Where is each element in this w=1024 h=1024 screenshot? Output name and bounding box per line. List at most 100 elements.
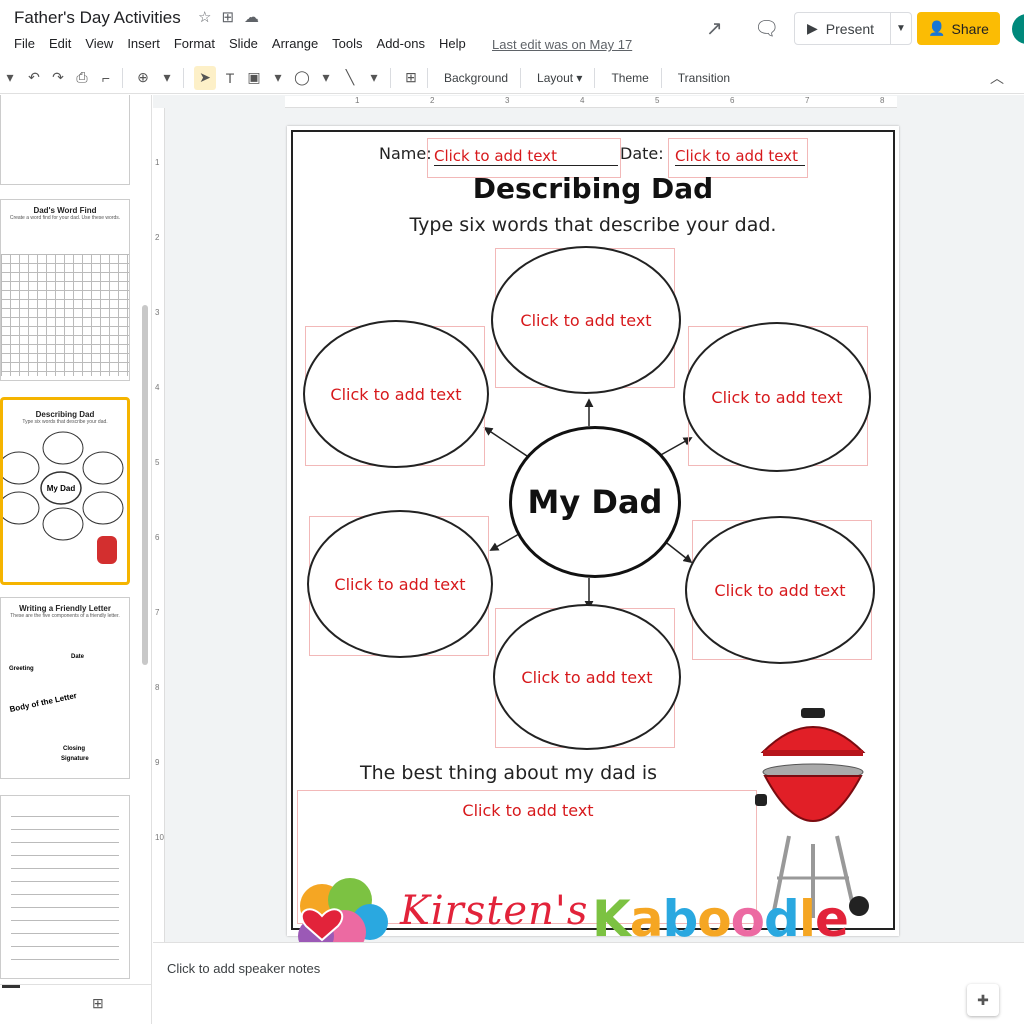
title-bar: Father's Day Activities ☆ ⊞ ☁ File Edit … xyxy=(0,0,1024,60)
slide-thumbnail-2[interactable]: Dad's Word Find Create a word find for y… xyxy=(0,199,130,381)
upper-right-word-bubble[interactable]: Click to add text xyxy=(683,322,871,472)
shape-caret-icon[interactable]: ▾ xyxy=(316,66,336,90)
ruler-tick-3: 3 xyxy=(505,96,510,105)
thumbnail-greeting-label: Greeting xyxy=(9,666,34,672)
undo-icon[interactable]: ↶ xyxy=(24,66,44,90)
filmstrip-view-icon[interactable] xyxy=(2,985,20,988)
select-cursor-icon[interactable]: ➤ xyxy=(194,65,216,90)
best-thing-label: The best thing about my dad is xyxy=(360,762,658,784)
speaker-notes-placeholder: Click to add speaker notes xyxy=(167,961,321,976)
slide-thumbnail-1[interactable] xyxy=(0,95,130,185)
present-dropdown-icon[interactable]: ▼ xyxy=(891,23,911,34)
ruler-v-tick-4: 4 xyxy=(155,383,160,392)
thumbnail-center-label: My Dad xyxy=(47,484,76,493)
ruler-v-tick-2: 2 xyxy=(155,233,160,242)
grid-view-icon[interactable]: ⊞ xyxy=(92,995,104,1012)
menu-file[interactable]: File xyxy=(14,36,35,51)
menu-bar: File Edit View Insert Format Slide Arran… xyxy=(14,36,480,51)
image-icon[interactable]: ▣ xyxy=(244,66,264,90)
logo-letter: d xyxy=(764,890,800,948)
ruler-tick-6: 6 xyxy=(730,96,735,105)
logo-letter: o xyxy=(697,890,731,948)
last-edit-link[interactable]: Last edit was on May 17 xyxy=(492,37,632,52)
present-button[interactable]: ▶ Present ▼ xyxy=(794,12,912,45)
speaker-notes-panel[interactable]: Click to add speaker notes xyxy=(153,942,1024,1024)
toolbar-divider xyxy=(660,67,662,88)
background-button[interactable]: Background xyxy=(438,66,514,90)
share-label: Share xyxy=(951,20,989,37)
horizontal-ruler: 1 2 3 4 5 6 7 8 xyxy=(285,96,897,108)
ruler-v-tick-5: 5 xyxy=(155,458,160,467)
top-word-bubble[interactable]: Click to add text xyxy=(491,246,681,394)
cloud-status-icon[interactable]: ☁ xyxy=(244,8,259,26)
paint-format-icon[interactable]: ⌐ xyxy=(96,66,116,90)
slide-filmstrip[interactable]: Dad's Word Find Create a word find for y… xyxy=(0,95,152,1024)
share-button[interactable]: 👤 Share xyxy=(917,12,1000,45)
filmstrip-scrollbar[interactable] xyxy=(142,305,148,665)
menu-help[interactable]: Help xyxy=(439,36,466,51)
lower-right-bubble-text: Click to add text xyxy=(714,580,846,600)
collapse-toolbar-icon[interactable]: ︿ xyxy=(990,68,1004,88)
menu-slide[interactable]: Slide xyxy=(229,36,258,51)
shape-icon[interactable]: ◯ xyxy=(292,66,312,90)
slide-thumbnail-5[interactable] xyxy=(0,795,130,979)
thumbnail-subtitle: Type six words that describe your dad. xyxy=(22,419,108,425)
logo-letter: o xyxy=(730,890,765,948)
menu-tools[interactable]: Tools xyxy=(332,36,362,51)
thumbnail-writing-lines xyxy=(11,816,119,966)
word-find-grid xyxy=(1,254,129,376)
print-icon[interactable]: ⎙ xyxy=(72,66,92,90)
thumbnail-body-label: Body of the Letter xyxy=(8,690,78,715)
ruler-tick-8: 8 xyxy=(880,96,885,105)
zoom-icon[interactable]: ⊕ xyxy=(133,66,153,90)
bottom-word-bubble[interactable]: Click to add text xyxy=(493,604,681,750)
star-icon[interactable]: ☆ xyxy=(198,8,211,26)
account-avatar[interactable] xyxy=(1012,14,1024,44)
menu-arrange[interactable]: Arrange xyxy=(272,36,318,51)
menu-addons[interactable]: Add-ons xyxy=(377,36,425,51)
ruler-v-tick-9: 9 xyxy=(155,758,160,767)
lower-left-word-bubble[interactable]: Click to add text xyxy=(307,510,493,658)
new-slide-caret-icon[interactable]: ▾ xyxy=(0,66,20,90)
line-icon[interactable]: ╲ xyxy=(340,66,360,90)
thumbnail-web-diagram: My Dad xyxy=(3,431,124,564)
lower-right-word-bubble[interactable]: Click to add text xyxy=(685,516,875,664)
theme-button[interactable]: Theme xyxy=(605,66,654,90)
image-caret-icon[interactable]: ▾ xyxy=(268,66,288,90)
explore-add-icon[interactable]: ✚ xyxy=(967,984,999,1016)
zoom-caret-icon[interactable]: ▾ xyxy=(157,66,177,90)
lower-left-bubble-text: Click to add text xyxy=(334,574,466,594)
redo-icon[interactable]: ↷ xyxy=(48,66,68,90)
present-icon: ▶ xyxy=(807,20,818,36)
add-comment-icon[interactable]: ⊞ xyxy=(401,66,421,90)
transition-button[interactable]: Transition xyxy=(672,66,736,90)
logo-kirstens-text: Kirsten's xyxy=(400,888,589,934)
layout-label: Layout xyxy=(537,70,574,85)
logo-letter: b xyxy=(662,890,699,948)
toolbar: ▾ ↶ ↷ ⎙ ⌐ ⊕ ▾ ➤ T ▣ ▾ ◯ ▾ ╲ ▾ ⊞ Backgrou… xyxy=(0,62,1024,94)
menu-view[interactable]: View xyxy=(85,36,113,51)
line-caret-icon[interactable]: ▾ xyxy=(364,66,384,90)
move-folder-icon[interactable]: ⊞ xyxy=(221,8,234,26)
document-title[interactable]: Father's Day Activities xyxy=(14,8,181,28)
menu-format[interactable]: Format xyxy=(174,36,215,51)
thumbnail-subtitle: Create a word find for your dad. Use the… xyxy=(9,215,121,221)
text-box-icon[interactable]: T xyxy=(220,66,240,90)
activity-trend-icon[interactable]: ↗ xyxy=(706,16,723,41)
ruler-tick-1: 1 xyxy=(355,96,360,105)
slide-thumbnail-4[interactable]: Writing a Friendly Letter These are the … xyxy=(0,597,130,779)
slide-thumbnail-3-selected[interactable]: Describing Dad Type six words that descr… xyxy=(0,397,130,585)
toolbar-divider xyxy=(520,67,522,88)
ruler-v-tick-10: 10 xyxy=(155,833,164,842)
logo-letter: K xyxy=(592,890,631,948)
ruler-tick-2: 2 xyxy=(430,96,435,105)
menu-edit[interactable]: Edit xyxy=(49,36,71,51)
comments-icon[interactable]: 🗨 xyxy=(754,16,779,41)
present-label: Present xyxy=(825,20,875,37)
upper-left-word-bubble[interactable]: Click to add text xyxy=(303,320,489,468)
menu-insert[interactable]: Insert xyxy=(127,36,160,51)
layout-button[interactable]: Layout ▾ xyxy=(531,66,588,90)
toolbar-divider xyxy=(122,67,123,88)
upper-left-bubble-text: Click to add text xyxy=(330,384,462,404)
thumbnail-subtitle: These are the five components of a frien… xyxy=(10,613,120,619)
